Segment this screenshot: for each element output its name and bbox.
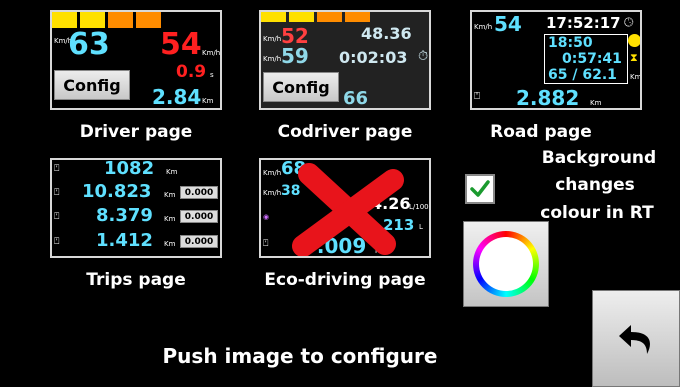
background-option-line2: changes <box>555 175 635 195</box>
eco-driving-page-thumbnail[interactable]: Km/h 68 Km/h 38 ◉ 4.26 L/100 213 L ⍞ 9.0… <box>259 158 431 258</box>
back-button[interactable] <box>592 290 680 387</box>
trip-unit: Km <box>166 168 178 176</box>
trip-icon: ⍞ <box>54 212 60 222</box>
disabled-cross-icon <box>292 163 404 256</box>
trip-value: 8.379 <box>96 205 153 226</box>
background-option-line3: colour in RT <box>540 203 654 223</box>
road-time3: 0:57:41 <box>562 51 622 67</box>
check-icon <box>470 180 490 197</box>
rpm-bar-segment <box>136 12 161 28</box>
color-picker-button[interactable] <box>463 221 549 307</box>
rpm-bar-segment <box>261 12 286 22</box>
eco-driving-page-caption: Eco-driving page <box>264 270 426 290</box>
rpm-bar-segment <box>289 12 314 22</box>
stopwatch-icon: ⏱ <box>418 49 429 64</box>
codriver-distance: 48.36 <box>361 24 412 43</box>
trip-icon: ⍞ <box>54 188 60 198</box>
trip-reset-box[interactable]: 0.000 <box>180 235 218 248</box>
codriver-speed-cyan: 59 <box>281 44 309 68</box>
sun-icon <box>628 34 640 47</box>
rpm-bar-segment <box>317 12 342 22</box>
clock-icon: 🕓︎ <box>624 15 634 29</box>
trip-unit: Km <box>164 240 176 248</box>
codriver-config-button[interactable]: Config <box>263 72 339 102</box>
trip-value: 1.412 <box>96 230 153 251</box>
codriver-bottom-value: 66 <box>343 88 369 109</box>
speed-unit: Km/h <box>263 55 282 63</box>
speed-value: 63 <box>68 27 110 62</box>
driver-page-caption: Driver page <box>79 122 193 142</box>
undo-arrow-icon <box>619 324 650 354</box>
distance-unit: Km <box>202 97 214 105</box>
codriver-page-thumbnail[interactable]: Km/h 52 48.36 Km/h 59 0:02:03 ⏱ 66 Confi… <box>259 10 431 110</box>
eco-consumption-unit: L/100 <box>409 203 429 211</box>
speed-unit: Km/h <box>474 23 493 31</box>
driver-config-button[interactable]: Config <box>54 70 130 100</box>
push-image-instruction: Push image to configure <box>162 344 438 368</box>
road-time2: 18:50 <box>548 35 593 51</box>
trip-unit: Km <box>164 215 176 223</box>
color-wheel-center <box>479 237 533 291</box>
rpm-bar-segment <box>52 12 77 28</box>
trip-value: 10.823 <box>82 181 152 202</box>
eco-indicator-icon: ◉ <box>263 213 270 221</box>
trip-reset-box[interactable]: 0.000 <box>180 210 218 223</box>
speed-unit: Km/h <box>263 35 282 43</box>
road-distance-unit: Km <box>590 99 602 107</box>
trip-unit: Km <box>164 191 176 199</box>
background-rt-checkbox[interactable] <box>465 174 495 204</box>
road-page-thumbnail[interactable]: Km/h 54 17:52:17 🕓︎ 18:50 0:57:41 ⧗ 65 /… <box>470 10 642 110</box>
color-wheel-icon <box>473 231 539 297</box>
distance-value: 2.84 <box>152 85 202 109</box>
trip-icon: ⍞ <box>54 237 60 247</box>
trips-page-caption: Trips page <box>86 270 186 290</box>
road-dist-pair: 65 / 62.1 <box>548 67 617 83</box>
small-red-unit: s <box>210 71 214 79</box>
dist-pair-unit: Km <box>630 73 642 81</box>
codriver-page-caption: Codriver page <box>277 122 413 142</box>
background-option-line1: Background <box>541 148 657 168</box>
rpm-bar-segment <box>108 12 133 28</box>
rpm-bar-segment <box>345 12 370 22</box>
road-speed: 54 <box>494 12 522 36</box>
speed-unit: Km/h <box>263 169 282 177</box>
codriver-speed-red: 52 <box>281 24 309 48</box>
trips-page-thumbnail[interactable]: ⍞ 1082 Km ⍞ 10.823 Km 0.000 ⍞ 8.379 Km 0… <box>50 158 222 258</box>
road-clock: 17:52:17 <box>546 14 621 32</box>
driver-page-thumbnail[interactable]: Km/h 63 54 Km/h 0.9 s 2.84 Km Config <box>50 10 222 110</box>
road-distance: 2.882 <box>516 86 580 110</box>
codriver-time: 0:02:03 <box>339 48 408 67</box>
trip-value: 1082 <box>104 158 155 179</box>
trip-icon: ⍞ <box>54 164 60 174</box>
small-red-value: 0.9 <box>176 62 207 82</box>
hourglass-icon: ⧗ <box>630 51 638 64</box>
trip-icon: ⍞ <box>474 91 480 102</box>
limit-value: 54 <box>160 27 202 62</box>
limit-unit: Km/h <box>202 49 221 57</box>
road-page-caption: Road page <box>490 122 592 142</box>
speed-unit: Km/h <box>263 189 282 197</box>
eco-liters-unit: L <box>419 223 423 231</box>
trip-icon: ⍞ <box>263 239 269 249</box>
trip-reset-box[interactable]: 0.000 <box>180 186 218 199</box>
rpm-bar-segment <box>80 12 105 28</box>
